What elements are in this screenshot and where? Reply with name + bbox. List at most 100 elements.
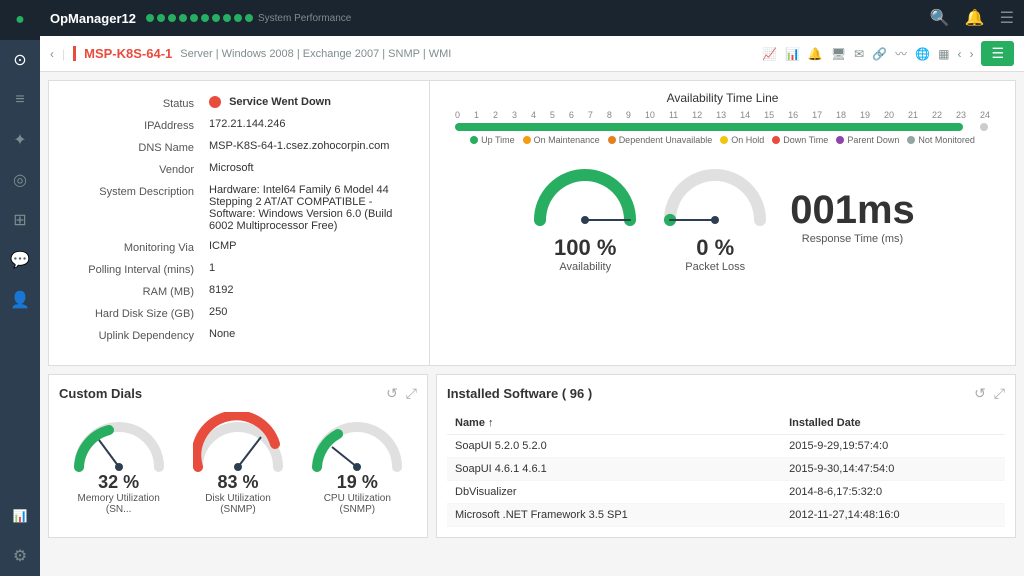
chevron-right-icon[interactable]: › xyxy=(969,47,973,61)
disk-row: Hard Disk Size (GB) 250 xyxy=(69,306,409,320)
memory-dial: 32 % Memory Utilization (SN... xyxy=(74,412,164,515)
dns-value: MSP-K8S-64-1.csez.zohocorpin.com xyxy=(209,140,409,152)
installed-software-panel: Installed Software ( 96 ) ↺ ⤢ Name ↑ Ins… xyxy=(436,374,1016,538)
custom-dials-actions: ↺ ⤢ xyxy=(386,385,417,402)
nav-divider: | xyxy=(62,47,65,61)
memory-label: Memory Utilization (SN... xyxy=(74,493,164,515)
availability-label: Availability xyxy=(559,261,611,273)
monitoring-label: Monitoring Via xyxy=(69,240,209,254)
sidebar-item-chat[interactable]: 💬 xyxy=(0,240,40,280)
table-row: SoapUI 5.2.0 5.2.0 2015-9-29,19:57:4:0 xyxy=(447,435,1005,458)
packetloss-gauge: 0 % Packet Loss xyxy=(660,160,770,273)
dns-row: DNS Name MSP-K8S-64-1.csez.zohocorpin.co… xyxy=(69,140,409,154)
legend-parentdown: Parent Down xyxy=(836,135,899,145)
software-table: Name ↑ Installed Date SoapUI 5.2.0 5.2.0… xyxy=(447,412,1005,527)
sidebar-item-home[interactable]: ⊙ xyxy=(0,40,40,80)
sidebar-item-settings[interactable]: ⚙ xyxy=(0,536,40,576)
web-icon[interactable]: 🌐 xyxy=(915,47,930,61)
status-row: Status Service Went Down xyxy=(69,96,409,110)
sysdesc-value: Hardware: Intel64 Family 6 Model 44 Step… xyxy=(209,184,409,232)
wave-icon[interactable]: 〰 xyxy=(895,45,907,62)
top-section: Status Service Went Down IPAddress 172.2… xyxy=(48,80,1016,366)
chart-icon[interactable]: 📈 xyxy=(762,47,777,61)
ram-value: 8192 xyxy=(209,284,409,296)
cpu-value: 19 % xyxy=(337,472,378,493)
vendor-label: Vendor xyxy=(69,162,209,176)
col-name: Name ↑ xyxy=(447,412,781,435)
software-date: 2014-8-6,17:5:32:0 xyxy=(781,481,1005,504)
table-row: Microsoft .NET Framework 3.5 SP1 2012-11… xyxy=(447,504,1005,527)
expand-dial-icon[interactable]: ⤢ xyxy=(406,385,417,402)
menu-button[interactable]: ☰ xyxy=(981,41,1014,66)
software-refresh-icon[interactable]: ↺ xyxy=(974,385,986,402)
app-subtitle: System Performance xyxy=(258,13,351,24)
status-label: Status xyxy=(69,96,209,110)
disk-label: Disk Utilization (SNMP) xyxy=(193,493,283,515)
monitoring-value: ICMP xyxy=(209,240,409,252)
downtime-dot xyxy=(772,136,780,144)
refresh-icon[interactable]: ↺ xyxy=(386,385,398,402)
legend-uptime: Up Time xyxy=(470,135,515,145)
sidebar-item-user[interactable]: 👤 xyxy=(0,280,40,320)
response-time-label: Response Time (ms) xyxy=(802,233,903,245)
status-value: Service Went Down xyxy=(209,96,409,108)
timeline-bar xyxy=(455,123,990,131)
alert-config-icon[interactable]: 🔔 xyxy=(808,47,823,61)
email-icon[interactable]: ✉ xyxy=(854,47,864,61)
secondbar-actions: 📈 📊 🔔 🖥 ✉ 🔗 〰 🌐 ▦ ‹ › ☰ xyxy=(762,41,1014,66)
uptime-dot xyxy=(470,136,478,144)
uplink-value: None xyxy=(209,328,409,340)
expand-icon[interactable]: ▦ xyxy=(938,47,949,61)
sidebar-item-maps[interactable]: ◎ xyxy=(0,160,40,200)
maintenance-dot xyxy=(523,136,531,144)
monitor-icon[interactable]: 🖥 xyxy=(831,47,846,61)
nav-back[interactable]: ‹ xyxy=(50,47,54,61)
vendor-value: Microsoft xyxy=(209,162,409,174)
software-date: 2015-9-30,14:47:54:0 xyxy=(781,458,1005,481)
custom-dials-title: Custom Dials xyxy=(59,386,386,401)
search-icon[interactable]: 🔍 xyxy=(930,8,950,28)
timeline-hours: 012 345 678 91011 121314 151617 181920 2… xyxy=(450,110,995,120)
uplink-label: Uplink Dependency xyxy=(69,328,209,342)
timeline-end-dot xyxy=(978,121,990,133)
software-date: 2012-11-27,14:48:16:0 xyxy=(781,504,1005,527)
dials-row: 32 % Memory Utilization (SN... 83 % xyxy=(59,412,417,515)
menu-icon[interactable]: ☰ xyxy=(1000,8,1014,28)
sysdesc-label: System Description xyxy=(69,184,209,198)
dependent-dot xyxy=(608,136,616,144)
legend-maintenance: On Maintenance xyxy=(523,135,600,145)
software-expand-icon[interactable]: ⤢ xyxy=(994,385,1005,402)
sidebar-item-reports[interactable]: 📊 xyxy=(0,496,40,536)
disk-dial-svg xyxy=(193,412,283,472)
legend-downtime: Down Time xyxy=(772,135,828,145)
polling-row: Polling Interval (mins) 1 xyxy=(69,262,409,276)
bell-icon[interactable]: 🔔 xyxy=(965,8,985,28)
memory-dial-svg xyxy=(74,412,164,472)
software-header: Installed Software ( 96 ) ↺ ⤢ xyxy=(447,385,1005,402)
sidebar-item-list[interactable]: ≡ xyxy=(0,80,40,120)
bottom-section: Custom Dials ↺ ⤢ xyxy=(48,374,1016,538)
topbar-actions: 🔍 🔔 ☰ xyxy=(930,8,1014,28)
chevron-left-icon[interactable]: ‹ xyxy=(957,47,961,61)
dns-label: DNS Name xyxy=(69,140,209,154)
gauges-container: 100 % Availability xyxy=(450,160,995,273)
sidebar-item-inventory[interactable]: ⊞ xyxy=(0,200,40,240)
packetloss-label: Packet Loss xyxy=(685,261,745,273)
software-title: Installed Software ( 96 ) xyxy=(447,386,974,401)
ram-label: RAM (MB) xyxy=(69,284,209,298)
packetloss-value: 0 % xyxy=(696,235,734,261)
sidebar-item-alerts[interactable]: ✦ xyxy=(0,120,40,160)
device-tags: Server | Windows 2008 | Exchange 2007 | … xyxy=(180,48,451,60)
packetloss-gauge-svg xyxy=(660,160,770,230)
link-icon[interactable]: 🔗 xyxy=(872,47,887,61)
ip-label: IPAddress xyxy=(69,118,209,132)
response-time-display: 001ms Response Time (ms) xyxy=(790,188,915,245)
software-name: Microsoft .NET Framework 3.5 SP1 xyxy=(447,504,781,527)
availability-gauge-svg xyxy=(530,160,640,230)
legend-notmonitored: Not Monitored xyxy=(907,135,975,145)
table-row: SoapUI 4.6.1 4.6.1 2015-9-30,14:47:54:0 xyxy=(447,458,1005,481)
graph-icon[interactable]: 📊 xyxy=(785,47,800,61)
ram-row: RAM (MB) 8192 xyxy=(69,284,409,298)
status-dots xyxy=(146,14,253,22)
secondbar: ‹ | MSP-K8S-64-1 Server | Windows 2008 |… xyxy=(40,36,1024,72)
